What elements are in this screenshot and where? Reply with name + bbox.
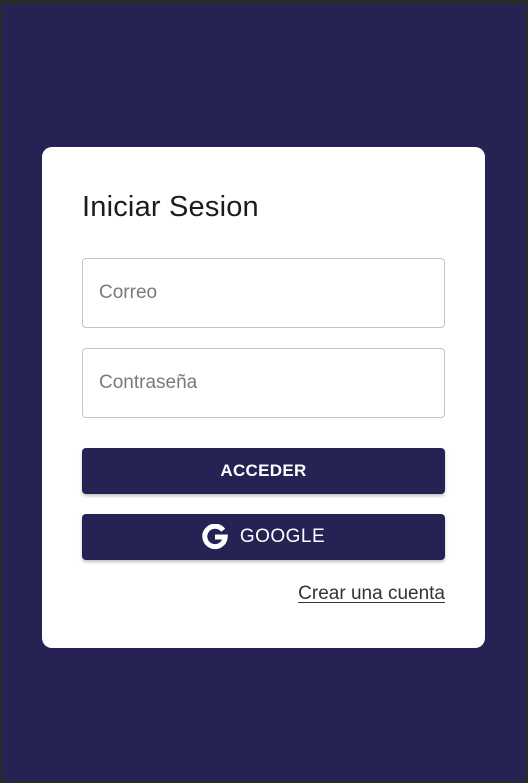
email-input[interactable] bbox=[83, 259, 444, 327]
create-account-row: Crear una cuenta bbox=[82, 583, 445, 605]
login-button[interactable]: ACCEDER bbox=[82, 448, 445, 494]
google-button-label: GOOGLE bbox=[239, 526, 326, 547]
google-icon bbox=[202, 523, 228, 550]
create-account-link[interactable]: Crear una cuenta bbox=[298, 583, 445, 604]
login-button-label: ACCEDER bbox=[220, 461, 307, 480]
password-field-container bbox=[82, 348, 445, 418]
login-card: Iniciar Sesion ACCEDER GOOGLE Crear una … bbox=[42, 147, 485, 648]
email-field-container bbox=[82, 258, 445, 328]
password-input[interactable] bbox=[83, 349, 444, 417]
page-title: Iniciar Sesion bbox=[82, 191, 259, 223]
google-login-button[interactable]: GOOGLE bbox=[82, 514, 445, 560]
page-background: Iniciar Sesion ACCEDER GOOGLE Crear una … bbox=[2, 4, 526, 781]
